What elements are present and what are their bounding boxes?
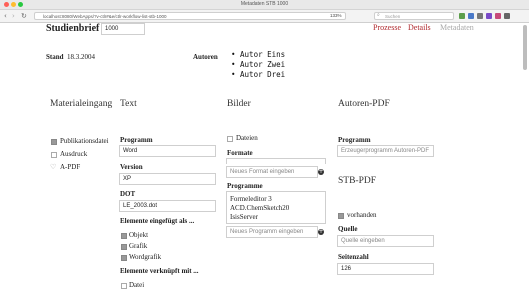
extension-icon[interactable] [495,13,501,19]
wordgrafik-checkbox[interactable] [121,255,127,261]
quelle-field[interactable]: Quelle eingeben [337,235,434,247]
bilder-heading: Bilder [227,99,251,109]
new-programm-input[interactable]: Neues Programm eingeben [226,226,318,238]
stand-value: 18.3.2004 [67,53,95,61]
version-label: Version [120,163,143,171]
formate-label: Formate [227,149,253,157]
tab-prozesse[interactable]: Prozesse [373,23,401,32]
datei-label: Datei [129,281,145,289]
formate-list [226,158,326,164]
browser-search-input[interactable]: Suchen [374,12,454,20]
grafik-checkbox[interactable] [121,244,127,250]
studienbrief-number-field[interactable]: 1000 [101,23,145,35]
version-field[interactable]: XP [119,173,216,185]
eingefuegt-label: Elemente eingefügt als ... [120,217,195,225]
add-format-icon[interactable]: + [318,169,324,175]
autoren-label: Autoren [193,53,218,61]
tab-details[interactable]: Details [408,23,431,32]
dateien-label: Dateien [236,134,258,142]
publikationsdatei-checkbox[interactable] [51,139,57,145]
programme-list-item[interactable]: ACD.ChemSketch20 [230,204,289,212]
dot-label: DOT [120,190,136,198]
programme-label: Programme [227,182,263,190]
heart-icon[interactable]: ♡ [50,163,56,171]
menu-icon[interactable] [504,13,510,19]
extension-icon[interactable] [459,13,465,19]
seitenzahl-label: Seitenzahl [338,253,369,261]
a-pdf-label: A-PDF [60,163,81,171]
author-name: Autor Eins [240,50,286,59]
studienbrief-label: Studienbrief [46,23,100,34]
author-item: • Autor Zwei [231,60,286,69]
text-heading: Text [120,99,137,109]
programm-label: Programm [120,136,153,144]
stand-label: Stand [46,53,64,61]
stb-pdf-heading: STB-PDF [338,176,377,186]
objekt-label: Objekt [129,231,149,239]
reload-button[interactable]: ↻ [21,11,27,21]
grafik-label: Grafik [129,242,148,250]
author-name: Autor Zwei [240,60,286,69]
new-format-input[interactable]: Neues Format eingeben [226,166,318,178]
forward-button[interactable]: › [12,11,15,21]
objekt-checkbox[interactable] [121,233,127,239]
ausdruck-checkbox[interactable] [51,152,57,158]
wordgrafik-label: Wordgrafik [129,253,162,261]
programme-list-item[interactable]: IsisServer [230,213,258,221]
verknuepft-label: Elemente verknüpft mit ... [120,267,199,275]
page-content: Studienbrief 1000 Prozesse Details Metad… [0,23,529,300]
browser-toolbar: ‹ › ↻ localhost:8080/WebApps/?v-ctlr#&e/… [0,10,529,23]
back-button[interactable]: ‹ [4,11,7,21]
tab-metadaten[interactable]: Metadaten [440,23,474,32]
vorhanden-checkbox[interactable] [338,213,344,219]
extension-icon[interactable] [468,13,474,19]
autoren-pdf-programm-label: Programm [338,136,371,144]
programm-field[interactable]: Word [119,145,216,157]
search-icon: ⌕ [377,12,380,18]
author-item: • Autor Drei [231,70,286,79]
add-programm-icon[interactable]: + [318,229,324,235]
download-icon[interactable] [477,13,483,19]
autoren-pdf-heading: Autoren-PDF [338,99,390,109]
author-name: Autor Drei [240,70,286,79]
datei-checkbox[interactable] [121,283,127,289]
quelle-label: Quelle [338,225,358,233]
page-scrollbar[interactable] [523,25,527,70]
publikationsdatei-label: Publikationsdatei [60,137,109,145]
address-bar[interactable]: localhost:8080/WebApps/?v-ctlr#&e/ctlr-w… [34,12,346,20]
zoom-level[interactable]: 133% [330,13,342,18]
autoren-pdf-programm-field[interactable]: Erzeugerprogramm Autoren-PDF [337,145,434,157]
programme-list-item[interactable]: Formeleditor 3 [230,195,272,203]
dot-field[interactable]: LE_2003.dot [119,200,216,212]
vorhanden-label: vorhanden [347,211,377,219]
window-titlebar: Metadaten STB 1000 [0,0,529,10]
programme-list[interactable]: Formeleditor 3 ACD.ChemSketch20 IsisServ… [226,191,326,224]
ausdruck-label: Ausdruck [60,150,88,158]
author-item: • Autor Eins [231,50,286,59]
dateien-checkbox[interactable] [227,136,233,142]
seitenzahl-field[interactable]: 126 [337,263,434,275]
extension-icon[interactable] [486,13,492,19]
window-title: Metadaten STB 1000 [240,1,289,7]
materialeingang-heading: Materialeingang [50,99,113,109]
